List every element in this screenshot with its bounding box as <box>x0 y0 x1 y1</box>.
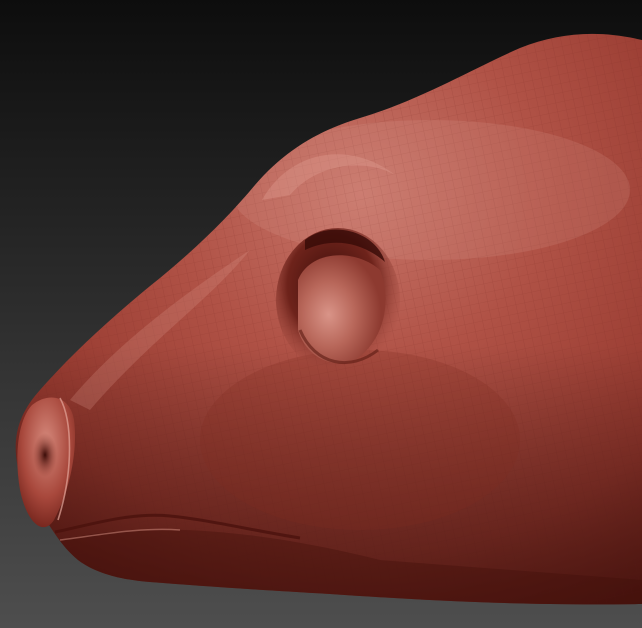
eye <box>276 228 400 372</box>
sculpt-render <box>0 0 642 628</box>
viewport <box>0 0 642 628</box>
